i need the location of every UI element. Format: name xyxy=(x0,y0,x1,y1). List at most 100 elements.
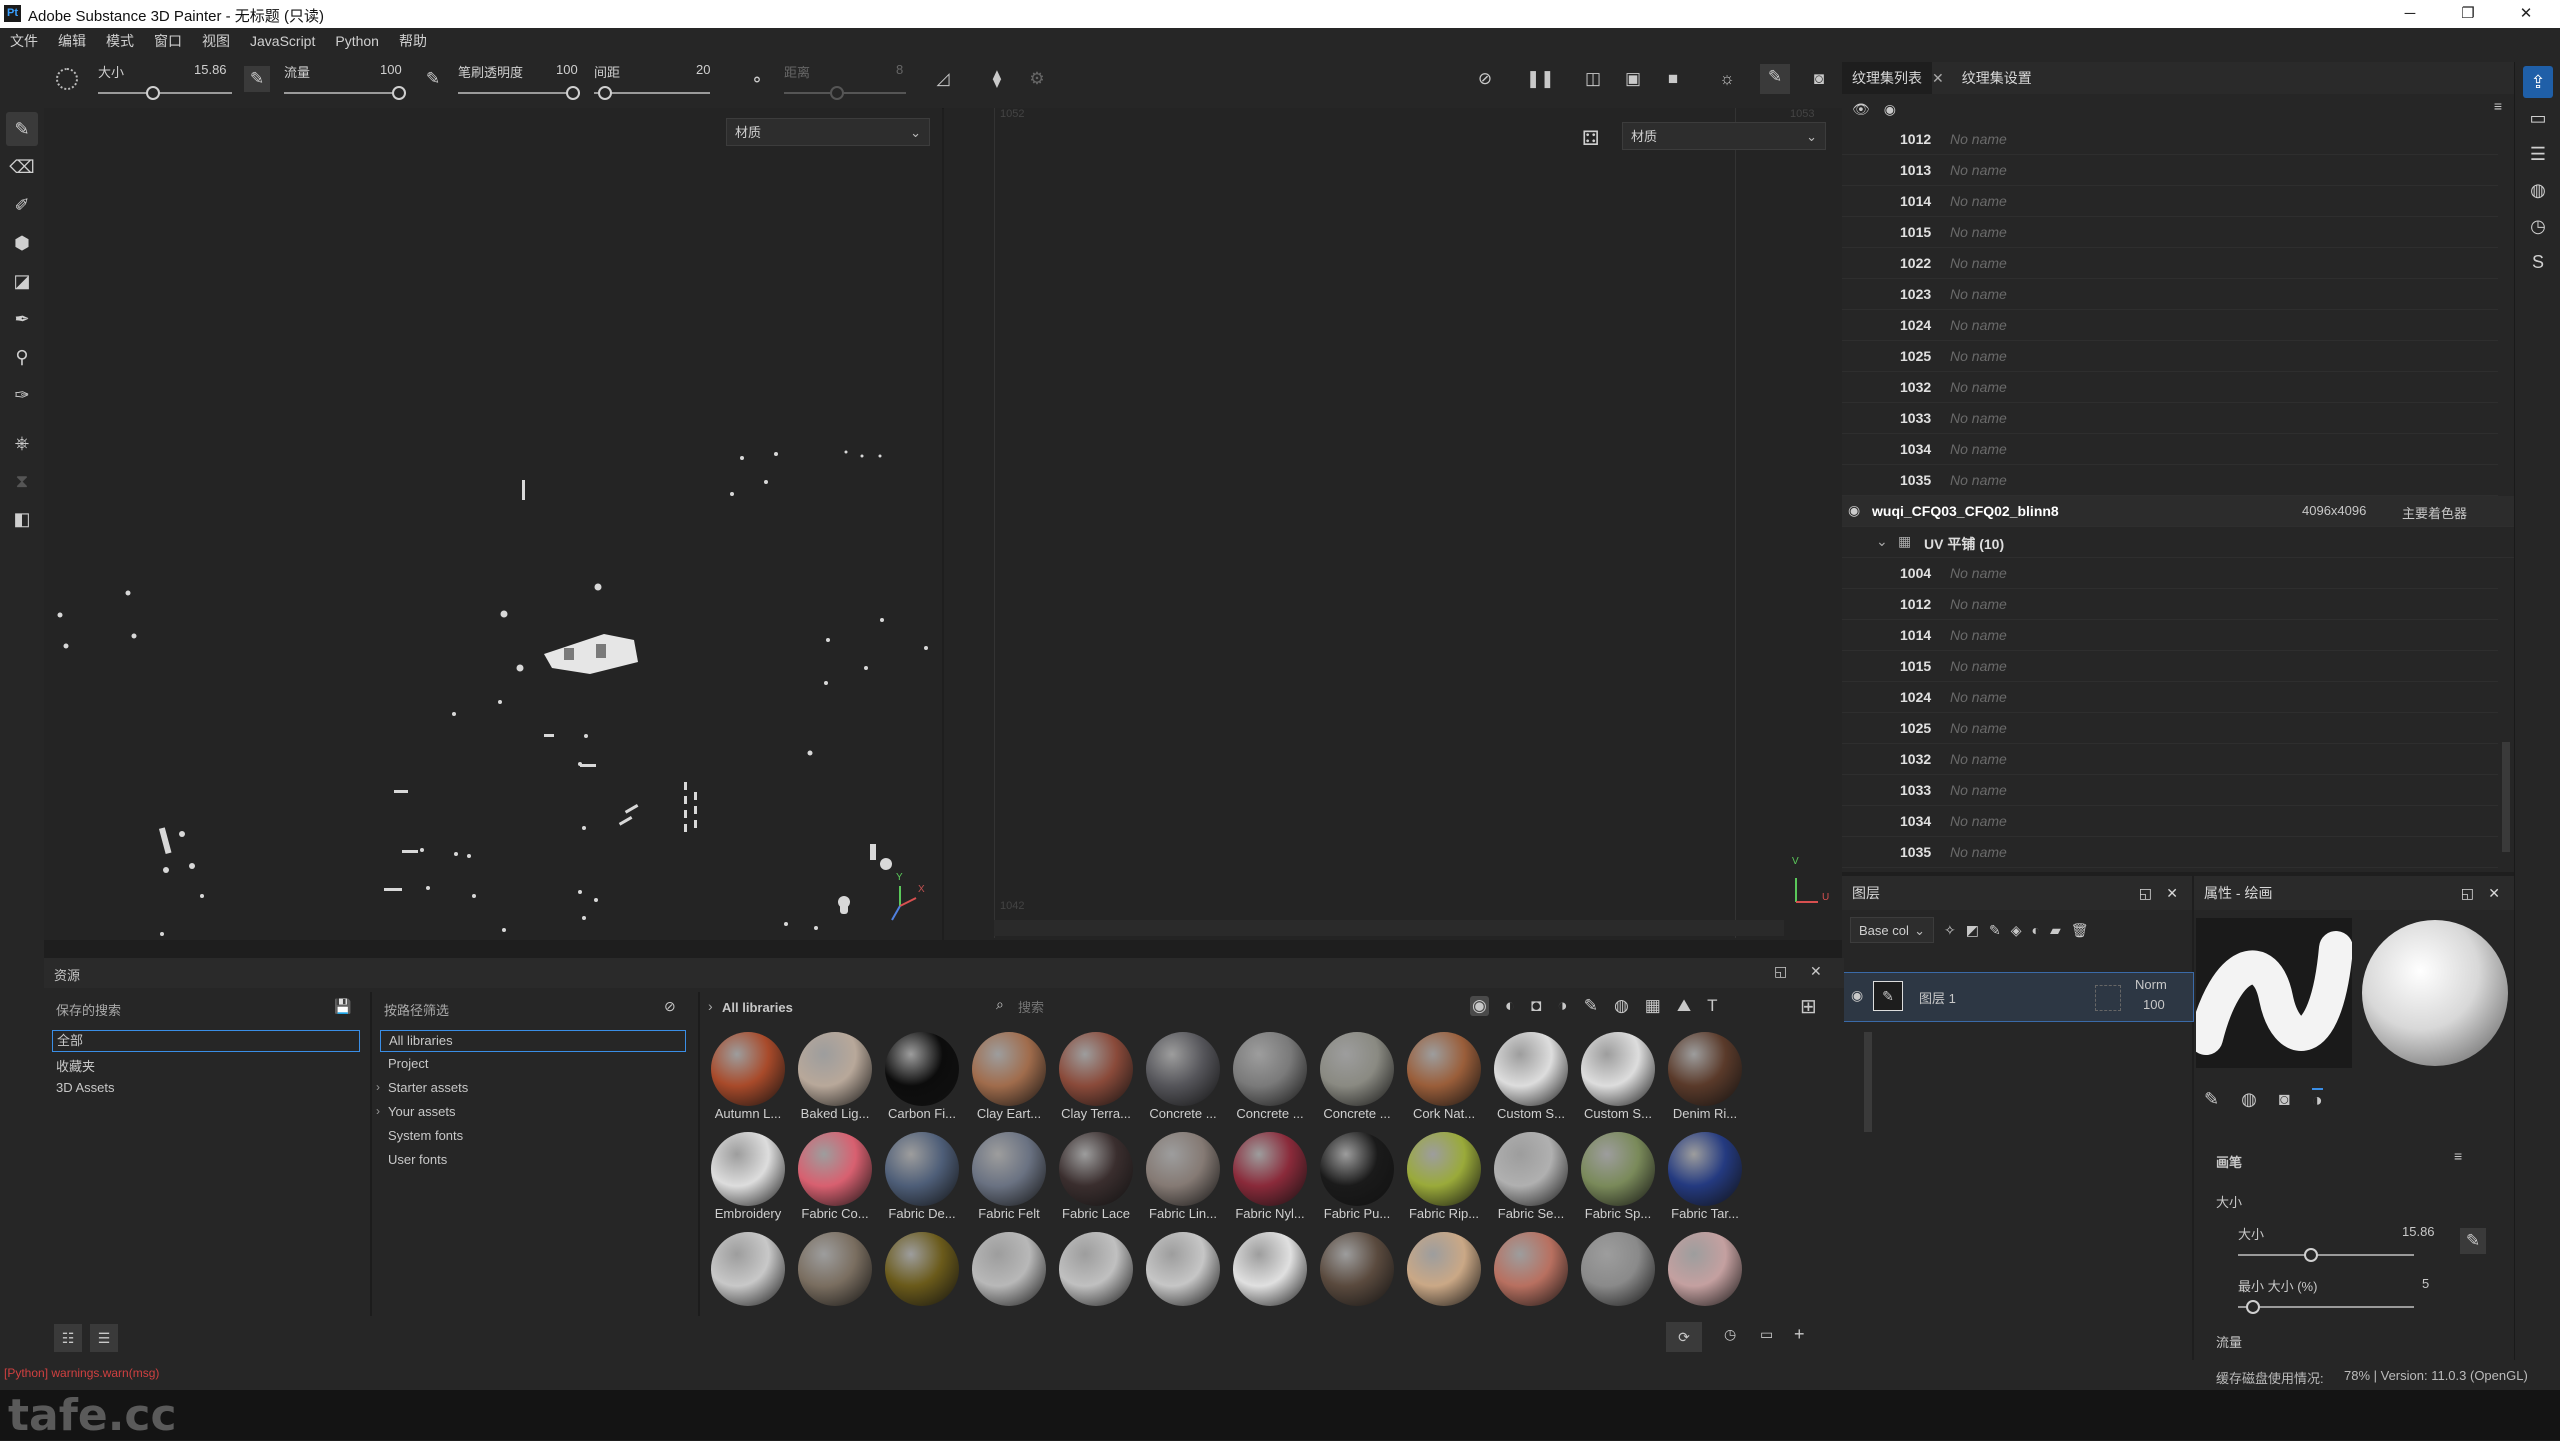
menu-help[interactable]: 帮助 xyxy=(389,28,437,54)
brush-shape-icon[interactable] xyxy=(56,68,78,90)
udim-row[interactable]: 1015 No name xyxy=(1842,651,2498,682)
material-thumbnail[interactable]: Fabric Felt xyxy=(967,1132,1051,1221)
udim-row[interactable]: 1024 No name xyxy=(1842,310,2498,341)
library-system-fonts[interactable]: System fonts xyxy=(388,1128,463,1143)
pen-pressure-icon[interactable]: ✎ xyxy=(244,66,270,92)
share-icon[interactable]: ⇪ xyxy=(2523,66,2553,98)
add-paint-layer-icon[interactable]: ✎ xyxy=(1989,922,2001,939)
udim-row[interactable]: 1034 No name xyxy=(1842,434,2498,465)
close-window-button[interactable]: ✕ xyxy=(2506,2,2546,26)
filter-materials-icon[interactable]: ◉ xyxy=(1470,996,1489,1016)
menu-view[interactable]: 视图 xyxy=(192,28,240,54)
add-smart-material-icon[interactable]: ◐ xyxy=(2031,922,2039,938)
delete-icon[interactable]: 🗑 xyxy=(2071,922,2089,939)
library-all[interactable]: All libraries xyxy=(380,1030,686,1052)
view-list-icon[interactable]: ☷ xyxy=(54,1324,82,1352)
udim-row[interactable]: 1035 No name xyxy=(1842,837,2498,868)
eye-icon[interactable]: ◉ xyxy=(1884,101,1896,118)
material-thumbnail[interactable]: Concrete ... xyxy=(1228,1032,1312,1121)
viewport-3d[interactable]: 材质 ⌄ X Y xyxy=(44,108,942,940)
prop-size-value[interactable]: 15.86 xyxy=(2402,1224,2435,1239)
opacity-slider-knob[interactable] xyxy=(566,86,580,100)
polygon-fill-icon[interactable]: ◪ xyxy=(6,264,38,298)
library-project[interactable]: Project xyxy=(388,1056,428,1071)
material-thumbnail[interactable]: Fabric Rip... xyxy=(1402,1132,1486,1221)
minimize-button[interactable]: ─ xyxy=(2390,2,2430,26)
menu-edit[interactable]: 编辑 xyxy=(48,28,96,54)
close-icon[interactable]: ✕ xyxy=(2488,876,2500,910)
tab-texture-set-settings[interactable]: 纹理集设置 xyxy=(1952,62,2042,94)
library-user-fonts[interactable]: User fonts xyxy=(388,1152,447,1167)
float-icon[interactable]: ◱ xyxy=(1774,963,1787,980)
stencil-tab-icon[interactable]: ◙ xyxy=(2279,1089,2290,1110)
channel-dropdown[interactable]: Base col ⌄ xyxy=(1850,917,1934,943)
add-icon[interactable]: + xyxy=(1794,1324,1805,1345)
material-thumbnail[interactable]: Fabric Pu... xyxy=(1315,1132,1399,1221)
material-thumbnail[interactable]: Concrete ... xyxy=(1315,1032,1399,1121)
alpha-tab-icon[interactable]: ◍ xyxy=(2241,1089,2257,1110)
udim-row[interactable]: 1033 No name xyxy=(1842,403,2498,434)
list-icon[interactable]: ☰ xyxy=(2523,138,2553,170)
chevron-right-icon[interactable]: › xyxy=(376,1104,380,1118)
prop-size-slider[interactable] xyxy=(2238,1254,2414,1256)
chevron-right-icon[interactable]: › xyxy=(376,1080,380,1094)
filter-text-icon[interactable]: T xyxy=(1707,996,1717,1016)
material-thumbnail[interactable] xyxy=(706,1232,790,1306)
filter-environments-icon[interactable]: ⛰ xyxy=(1677,996,1691,1016)
flow-slider[interactable] xyxy=(284,92,406,94)
material-thumbnail[interactable]: Fabric Tar... xyxy=(1663,1132,1747,1221)
screenshot-icon[interactable]: ◙ xyxy=(1806,66,1832,92)
material-tab-icon[interactable]: ◑ xyxy=(2311,1088,2323,1111)
float-icon[interactable]: ◱ xyxy=(2139,876,2152,910)
saved-item-3d-assets[interactable]: 3D Assets xyxy=(56,1080,115,1095)
udim-row[interactable]: 1025 No name xyxy=(1842,341,2498,372)
opacity-slider[interactable] xyxy=(458,92,580,94)
float-icon[interactable]: ◱ xyxy=(2461,876,2474,910)
save-icon[interactable]: 💾 xyxy=(334,998,351,1015)
material-thumbnail[interactable]: Fabric De... xyxy=(880,1132,964,1221)
prop-size-knob[interactable] xyxy=(2304,1248,2318,1262)
python-warning[interactable]: [Python] warnings.warn(msg) xyxy=(4,1366,159,1380)
material-thumbnail[interactable] xyxy=(880,1232,964,1306)
brush-tab-icon[interactable]: ✎ xyxy=(2204,1089,2219,1110)
filter-filters-icon[interactable]: ◑ xyxy=(1557,996,1567,1016)
udim-row[interactable]: 1033 No name xyxy=(1842,775,2498,806)
material-thumbnail[interactable]: Fabric Co... xyxy=(793,1132,877,1221)
udim-row[interactable]: 1014 No name xyxy=(1842,186,2498,217)
grid-scrollbar[interactable] xyxy=(1864,1032,1872,1132)
material-thumbnail[interactable]: Clay Terra... xyxy=(1054,1032,1138,1121)
saved-item-favorites[interactable]: 收藏夹 xyxy=(56,1056,95,1075)
v-scrollbar[interactable] xyxy=(2502,742,2510,852)
blend-mode[interactable]: Norm xyxy=(2135,977,2167,992)
symmetry-settings-icon[interactable]: ⚙ xyxy=(1024,66,1050,92)
breadcrumb[interactable]: All libraries xyxy=(722,1000,793,1015)
display-settings-icon[interactable]: ⚃ xyxy=(1582,126,1599,151)
flow-pressure-icon[interactable]: ✎ xyxy=(420,66,446,92)
material-thumbnail[interactable]: Autumn L... xyxy=(706,1032,790,1121)
color-picker-icon[interactable]: ✑ xyxy=(6,378,38,412)
filter-masks-icon[interactable]: ◘ xyxy=(1531,996,1541,1016)
udim-row[interactable]: 1032 No name xyxy=(1842,372,2498,403)
projection-icon[interactable]: ✐ xyxy=(6,188,38,222)
split-view-icon[interactable]: ◫ xyxy=(1580,66,1606,92)
geometry-fill-icon[interactable]: ⬢ xyxy=(6,226,38,260)
symmetry-icon[interactable]: ◿ xyxy=(930,66,956,92)
close-tab-icon[interactable]: ✕ xyxy=(1932,70,1944,87)
material-thumbnail[interactable]: Cork Nat... xyxy=(1402,1032,1486,1121)
material-thumbnail[interactable] xyxy=(1141,1232,1225,1306)
menu-javascript[interactable]: JavaScript xyxy=(240,28,325,54)
texture-set-shader[interactable]: 主要着色器 xyxy=(2402,503,2467,522)
udim-row[interactable]: 1024 No name xyxy=(1842,682,2498,713)
udim-row[interactable]: 1014 No name xyxy=(1842,620,2498,651)
chevron-right-icon[interactable]: › xyxy=(708,998,713,1014)
size-value[interactable]: 15.86 xyxy=(194,62,227,77)
paint-brush-icon[interactable]: ✎ xyxy=(6,112,38,146)
opacity-value[interactable]: 100 xyxy=(556,62,578,77)
material-thumbnail[interactable] xyxy=(1576,1232,1660,1306)
material-thumbnail[interactable] xyxy=(1489,1232,1573,1306)
material-thumbnail[interactable]: Fabric Lin... xyxy=(1141,1132,1225,1221)
tab-texture-set-list[interactable]: 纹理集列表 xyxy=(1842,62,1932,94)
menu-python[interactable]: Python xyxy=(325,28,389,54)
material-thumbnail[interactable]: Fabric Sp... xyxy=(1576,1132,1660,1221)
hide-filter-icon[interactable]: ⊘ xyxy=(664,998,676,1015)
